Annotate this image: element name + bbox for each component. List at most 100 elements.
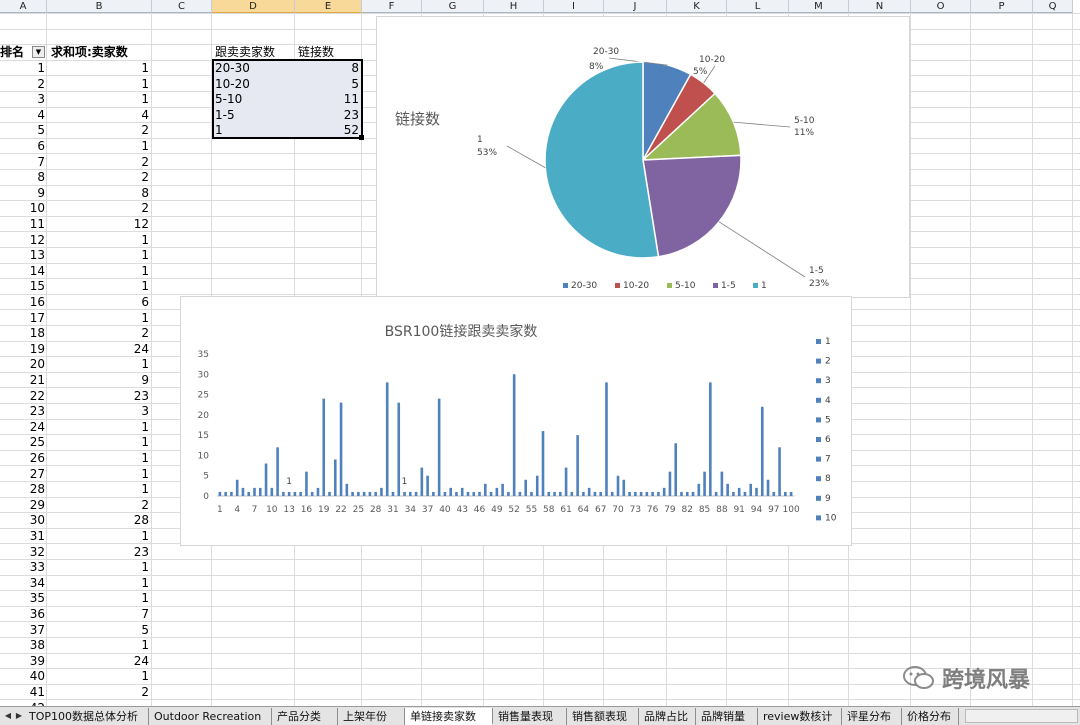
rank-cell[interactable]: 26 xyxy=(0,451,45,466)
bar-44[interactable] xyxy=(466,491,470,496)
bar-100[interactable] xyxy=(789,491,793,496)
rank-cell[interactable]: 35 xyxy=(0,591,45,606)
bar-41[interactable] xyxy=(449,487,452,496)
bar-97[interactable] xyxy=(772,491,776,496)
fill-handle[interactable] xyxy=(359,135,364,140)
seller-count-cell[interactable]: 4 xyxy=(60,108,149,123)
bar-73[interactable] xyxy=(634,491,637,496)
bar-25[interactable] xyxy=(357,491,360,496)
bar-45[interactable] xyxy=(472,491,476,496)
column-header-P[interactable]: P xyxy=(971,0,1033,13)
bar-63[interactable] xyxy=(576,435,579,496)
column-header-A[interactable]: A xyxy=(0,0,47,13)
bar-7[interactable] xyxy=(253,487,256,496)
sheet-tab-0[interactable]: TOP100数据总体分析 xyxy=(24,708,149,725)
seller-count-cell[interactable]: 1 xyxy=(60,638,149,653)
seller-count-cell[interactable]: 2 xyxy=(60,123,149,138)
rank-cell[interactable]: 17 xyxy=(0,311,45,326)
bar-79[interactable] xyxy=(668,471,672,496)
seller-count-cell[interactable]: 1 xyxy=(60,233,149,248)
bar-15[interactable] xyxy=(299,491,302,496)
bar-77[interactable] xyxy=(657,491,660,496)
seller-count-cell[interactable]: 1 xyxy=(60,560,149,575)
bar-56[interactable] xyxy=(535,475,539,496)
sheet-tab-11[interactable]: 价格分布 xyxy=(902,708,959,725)
bar-93[interactable] xyxy=(749,483,753,496)
bar-66[interactable] xyxy=(593,491,597,496)
seller-count-cell[interactable]: 28 xyxy=(60,513,149,528)
bar-78[interactable] xyxy=(662,487,666,496)
column-header-I[interactable]: I xyxy=(544,0,604,13)
rank-cell[interactable]: 34 xyxy=(0,576,45,591)
column-header-N[interactable]: N xyxy=(849,0,911,13)
pie-slice-1-5[interactable] xyxy=(642,154,742,258)
rank-cell[interactable]: 24 xyxy=(0,420,45,435)
bar-6[interactable] xyxy=(247,491,251,496)
column-header-G[interactable]: G xyxy=(422,0,484,13)
bar-88[interactable] xyxy=(720,471,724,496)
rank-cell[interactable]: 19 xyxy=(0,342,45,357)
bar-35[interactable] xyxy=(414,491,418,496)
pie-slice-1[interactable] xyxy=(544,61,660,259)
sheet-tab-5[interactable]: 销售量表现 xyxy=(493,708,567,725)
column-header-M[interactable]: M xyxy=(789,0,849,13)
bar-70[interactable] xyxy=(616,475,620,496)
spreadsheet-grid[interactable]: ABCDEFGHIJKLMNOPQ 排名 ▼ 求和项:卖家数 112131445… xyxy=(0,0,1080,706)
bar-69[interactable] xyxy=(610,491,614,496)
bar-58[interactable] xyxy=(547,491,551,496)
bar-40[interactable] xyxy=(443,491,447,496)
seller-count-cell[interactable]: 5 xyxy=(60,623,149,638)
bar-17[interactable] xyxy=(310,491,314,496)
bar-76[interactable] xyxy=(651,491,654,496)
rank-cell[interactable]: 8 xyxy=(0,170,45,185)
bar-36[interactable] xyxy=(420,467,424,496)
column-header-Q[interactable]: Q xyxy=(1033,0,1073,13)
bar-29[interactable] xyxy=(380,487,383,496)
bar-54[interactable] xyxy=(524,479,527,496)
seller-count-cell[interactable]: 1 xyxy=(60,357,149,372)
seller-count-cell[interactable]: 2 xyxy=(60,170,149,185)
bar-38[interactable] xyxy=(432,491,435,496)
bar-20[interactable] xyxy=(328,491,331,496)
column-header-L[interactable]: L xyxy=(727,0,789,13)
sheet-tab-4[interactable]: 单链接卖家数 xyxy=(405,708,493,725)
bar-47[interactable] xyxy=(484,483,487,496)
seller-count-cell[interactable]: 1 xyxy=(60,248,149,263)
rank-cell[interactable]: 18 xyxy=(0,326,45,341)
rank-cell[interactable]: 2 xyxy=(0,77,45,92)
bar-14[interactable] xyxy=(293,491,297,496)
seller-count-cell[interactable]: 1 xyxy=(60,77,149,92)
bar-51[interactable] xyxy=(507,491,510,496)
bar-32[interactable] xyxy=(397,402,401,496)
bar-27[interactable] xyxy=(368,491,372,496)
bar-31[interactable] xyxy=(391,491,395,496)
rank-cell[interactable]: 21 xyxy=(0,373,45,388)
seller-count-cell[interactable]: 6 xyxy=(60,295,149,310)
bar-65[interactable] xyxy=(587,487,591,496)
bar-13[interactable] xyxy=(287,491,291,496)
sheet-tab-8[interactable]: 品牌销量 xyxy=(696,708,758,725)
seller-count-cell[interactable]: 1 xyxy=(60,279,149,294)
seller-count-cell[interactable]: 2 xyxy=(60,155,149,170)
bar-87[interactable] xyxy=(714,491,718,496)
bar-11[interactable] xyxy=(276,447,279,496)
bar-16[interactable] xyxy=(305,471,308,496)
bar-30[interactable] xyxy=(385,382,389,496)
bar-1[interactable] xyxy=(218,491,222,496)
rank-cell[interactable]: 41 xyxy=(0,685,45,700)
seller-count-cell[interactable]: 12 xyxy=(60,217,149,232)
rank-cell[interactable]: 25 xyxy=(0,435,45,450)
rank-cell[interactable]: 6 xyxy=(0,139,45,154)
filter-dropdown-button[interactable]: ▼ xyxy=(32,46,45,58)
seller-count-cell[interactable]: 23 xyxy=(60,545,149,560)
bar-42[interactable] xyxy=(455,491,458,496)
bar-48[interactable] xyxy=(489,491,493,496)
column-header-F[interactable]: F xyxy=(362,0,422,13)
bar-43[interactable] xyxy=(460,487,464,496)
sheet-tab-2[interactable]: 产品分类 xyxy=(272,708,338,725)
rank-cell[interactable]: 30 xyxy=(0,513,45,528)
seller-count-cell[interactable]: 2 xyxy=(60,498,149,513)
rank-cell[interactable]: 15 xyxy=(0,279,45,294)
rank-cell[interactable]: 16 xyxy=(0,295,45,310)
bar-91[interactable] xyxy=(737,487,741,496)
